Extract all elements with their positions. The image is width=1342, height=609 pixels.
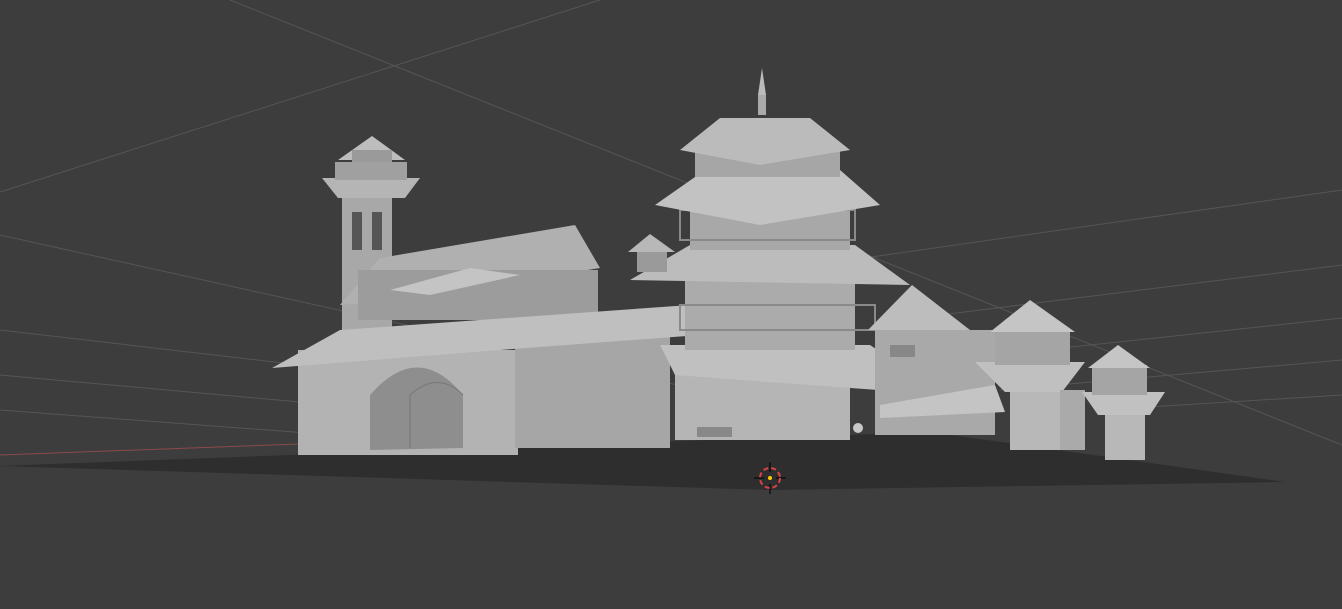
right-pavilion[interactable] xyxy=(868,285,1005,435)
3d-viewport[interactable] xyxy=(0,0,1342,609)
x-axis-line xyxy=(0,443,301,456)
right-towers[interactable] xyxy=(975,300,1165,460)
gate-building[interactable] xyxy=(272,225,700,455)
viewport-canvas[interactable] xyxy=(0,0,1342,609)
